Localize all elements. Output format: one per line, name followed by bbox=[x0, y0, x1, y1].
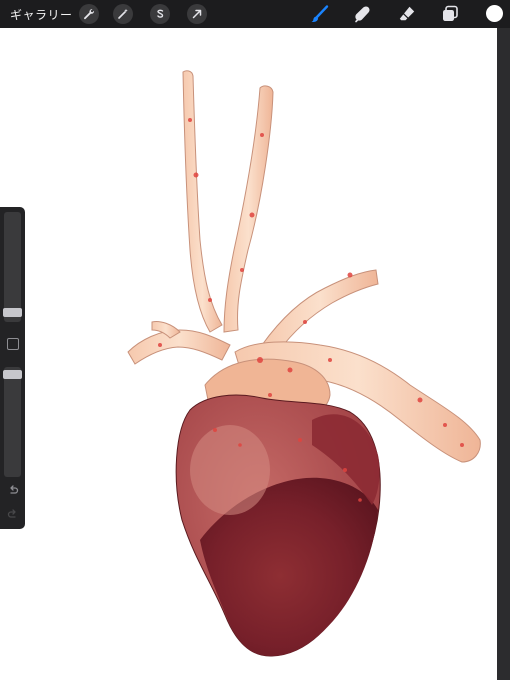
drawing-canvas[interactable] bbox=[0, 28, 497, 680]
brush-size-slider[interactable] bbox=[4, 212, 21, 322]
selection-button[interactable] bbox=[150, 4, 170, 24]
smudge-button[interactable] bbox=[352, 3, 374, 25]
color-picker-button[interactable] bbox=[486, 5, 503, 22]
top-toolbar: ギャラリー bbox=[0, 0, 510, 28]
layers-icon bbox=[443, 5, 458, 21]
actions-button[interactable] bbox=[79, 4, 99, 24]
modify-button[interactable] bbox=[7, 338, 19, 350]
opacity-thumb[interactable] bbox=[3, 370, 22, 380]
eraser-button[interactable] bbox=[396, 3, 418, 25]
adjustments-button[interactable] bbox=[113, 4, 133, 24]
wrench-icon bbox=[84, 9, 95, 20]
brush-size-thumb[interactable] bbox=[3, 307, 22, 317]
brush-button[interactable] bbox=[309, 3, 331, 25]
layers-button[interactable] bbox=[439, 3, 461, 25]
sidebar bbox=[0, 207, 25, 529]
transform-arrow-icon bbox=[192, 9, 202, 19]
undo-button[interactable] bbox=[5, 485, 20, 499]
opacity-slider[interactable] bbox=[4, 367, 21, 477]
undo-icon bbox=[9, 485, 18, 494]
canvas-edge bbox=[497, 28, 510, 680]
magic-wand-icon bbox=[118, 8, 128, 19]
redo-icon bbox=[7, 509, 16, 518]
transform-button[interactable] bbox=[187, 4, 207, 24]
eraser-icon bbox=[399, 6, 415, 21]
redo-button[interactable] bbox=[5, 509, 20, 523]
brush-icon bbox=[311, 5, 329, 22]
smudge-icon bbox=[355, 6, 370, 23]
selection-icon bbox=[157, 9, 164, 18]
heart-artwork bbox=[127, 70, 481, 657]
gallery-button[interactable]: ギャラリー bbox=[10, 6, 73, 23]
